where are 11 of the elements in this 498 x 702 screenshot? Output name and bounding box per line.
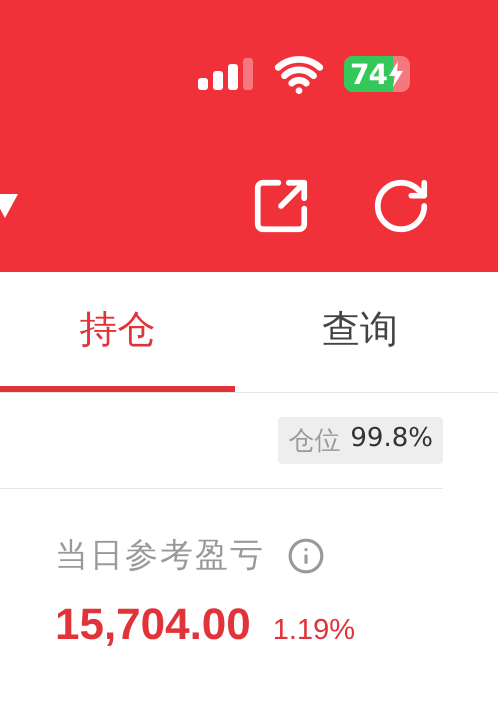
tab[interactable]: 持仓 (0, 272, 235, 392)
signal-icon (198, 58, 254, 90)
position-label: 仓位 (288, 425, 340, 458)
battery-percent: 74 (349, 58, 387, 90)
info-icon[interactable] (287, 536, 325, 574)
pnl-label: 当日参考盈亏 (55, 534, 265, 576)
position-value: 99.8% (350, 423, 433, 455)
dropdown-triangle-icon[interactable] (0, 194, 18, 218)
pnl-amount: 15,704.00 (55, 600, 251, 650)
pnl-percent: 1.19% (272, 614, 355, 647)
tab[interactable]: 查询 (235, 272, 485, 392)
